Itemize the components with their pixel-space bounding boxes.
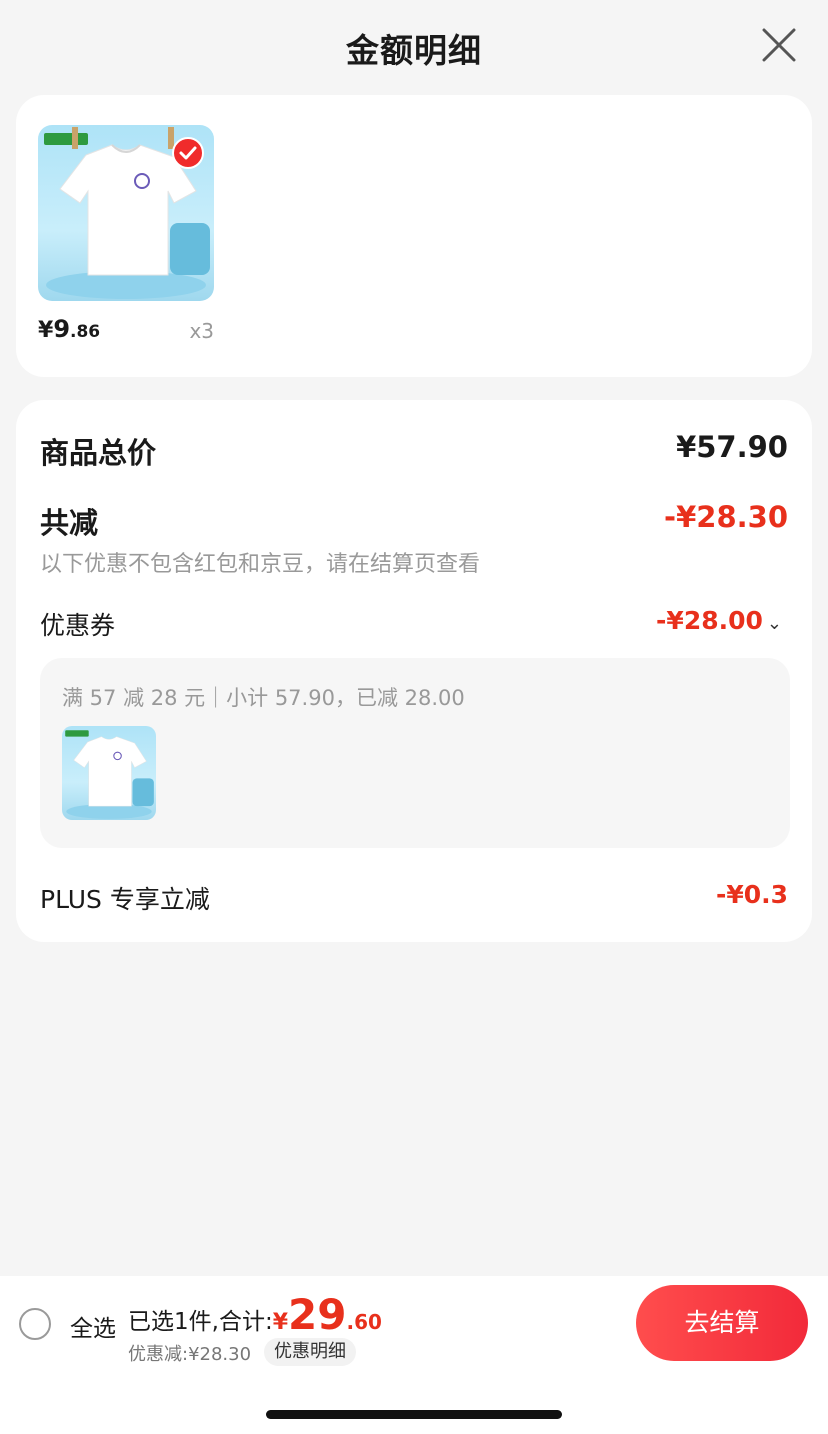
select-all-radio[interactable] <box>19 1308 51 1340</box>
select-all-label[interactable]: 全选 <box>70 1309 116 1343</box>
selected-check-badge[interactable] <box>172 137 204 169</box>
plus-discount-row: PLUS 专享立减 -¥0.3 <box>40 880 788 916</box>
chevron-down-icon[interactable]: ⌄ <box>767 613 782 634</box>
summary-label: 已选1件,合计: <box>128 1309 273 1335</box>
checkout-button[interactable]: 去结算 <box>636 1285 808 1361</box>
checkout-bar: 全选 已选1件,合计:¥29.60 优惠减:¥28.30 优惠明细 去结算 <box>0 1276 828 1434</box>
discount-detail-link[interactable]: 优惠明细 <box>264 1338 356 1366</box>
coupon-rule: 满 57 减 28 元｜小计 57.90，已减 28.00 <box>62 686 465 710</box>
coupon-label: 优惠券 <box>40 611 116 640</box>
product-item[interactable]: ¥9.86 x3 <box>38 125 216 343</box>
close-icon[interactable] <box>760 26 798 64</box>
coupon-value-wrap[interactable]: -¥28.00 ⌄ <box>656 606 782 635</box>
discount-label: 共减 <box>40 506 99 540</box>
discount-hint: 以下优惠不包含红包和京豆，请在结算页查看 <box>40 552 481 577</box>
total-dec: .60 <box>346 1310 382 1334</box>
product-price: ¥9.86 <box>38 315 101 343</box>
total-int: 29 <box>288 1290 347 1339</box>
discount-summary: 优惠减:¥28.30 <box>128 1344 252 1365</box>
page-title: 金额明细 <box>346 31 482 70</box>
close-button[interactable] <box>760 26 798 64</box>
check-icon <box>179 146 197 160</box>
header: 金额明细 <box>0 0 828 92</box>
product-thumbnail[interactable] <box>38 125 214 301</box>
coupon-value: -¥28.00 <box>656 606 763 635</box>
home-indicator <box>266 1410 562 1419</box>
amount-detail-card: 商品总价 ¥57.90 共减 -¥28.30 以下优惠不包含红包和京豆，请在结算… <box>16 400 812 942</box>
product-card: ¥9.86 x3 <box>16 95 812 377</box>
product-price-row: ¥9.86 x3 <box>38 315 216 345</box>
tshirt-image <box>65 730 154 819</box>
discount-row: 共减 -¥28.30 <box>40 500 788 542</box>
coupon-detail-box: 满 57 减 28 元｜小计 57.90，已减 28.00 <box>40 658 790 848</box>
plus-discount-label: PLUS 专享立减 <box>40 885 210 914</box>
order-summary: 已选1件,合计:¥29.60 <box>128 1290 382 1340</box>
coupon-row[interactable]: 优惠券 -¥28.00 ⌄ <box>40 606 788 642</box>
discount-hint-row: 以下优惠不包含红包和京豆，请在结算页查看 <box>40 546 788 578</box>
product-quantity: x3 <box>189 319 214 343</box>
total-price-row: 商品总价 ¥57.90 <box>40 430 788 472</box>
total-price-label: 商品总价 <box>40 436 157 470</box>
discount-value: -¥28.30 <box>664 500 788 534</box>
coupon-product-thumbnail[interactable] <box>62 726 156 820</box>
total-price-value: ¥57.90 <box>676 430 788 464</box>
total-currency: ¥ <box>272 1310 289 1335</box>
plus-discount-value: -¥0.3 <box>715 880 788 909</box>
